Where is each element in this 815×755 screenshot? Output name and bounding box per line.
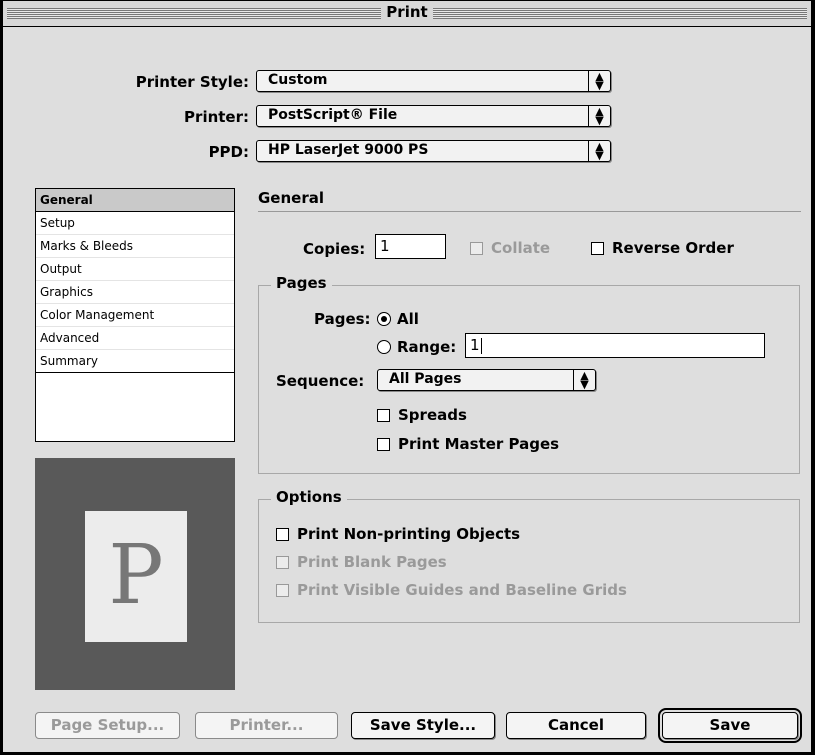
section-divider bbox=[258, 211, 801, 212]
save-button[interactable]: Save bbox=[658, 708, 802, 743]
reverse-order-checkbox[interactable] bbox=[591, 242, 604, 255]
print-guides-checkbox bbox=[276, 584, 289, 597]
page-setup-button[interactable]: Page Setup... bbox=[35, 712, 180, 739]
print-master-pages-checkbox[interactable] bbox=[377, 438, 390, 451]
ppd-popup[interactable]: HP LaserJet 9000 PS ▲ ▼ bbox=[256, 140, 611, 162]
print-non-printing-label: Print Non-printing Objects bbox=[297, 525, 521, 543]
print-non-printing-checkbox[interactable] bbox=[276, 528, 289, 541]
print-dialog: Print Printer Style: Custom ▲ ▼ Printer: … bbox=[2, 0, 812, 753]
sidebar-item-output[interactable]: Output bbox=[36, 258, 234, 281]
save-style-button[interactable]: Save Style... bbox=[351, 712, 495, 739]
category-list: General Setup Marks & Bleeds Output Grap… bbox=[35, 188, 235, 442]
pages-group-title: Pages bbox=[271, 274, 332, 292]
range-value: 1 bbox=[470, 336, 480, 354]
sidebar-item-marks-bleeds[interactable]: Marks & Bleeds bbox=[36, 235, 234, 258]
ppd-value: HP LaserJet 9000 PS bbox=[268, 142, 429, 158]
reverse-order-label: Reverse Order bbox=[612, 239, 734, 257]
ppd-label: PPD: bbox=[208, 143, 249, 161]
popup-arrows-icon: ▲ ▼ bbox=[588, 106, 610, 126]
sidebar-item-summary[interactable]: Summary bbox=[36, 350, 234, 373]
sidebar-item-general[interactable]: General bbox=[36, 189, 234, 212]
text-cursor bbox=[480, 337, 482, 354]
pages-label: Pages: bbox=[314, 310, 371, 328]
popup-arrows-icon: ▲ ▼ bbox=[588, 71, 610, 91]
spreads-checkbox[interactable] bbox=[377, 409, 390, 422]
range-radio[interactable] bbox=[377, 340, 391, 354]
printer-label: Printer: bbox=[184, 108, 249, 126]
printer-value: PostScript® File bbox=[268, 107, 398, 123]
print-blank-pages-label: Print Blank Pages bbox=[297, 553, 447, 571]
sequence-value: All Pages bbox=[389, 371, 462, 387]
printer-style-value: Custom bbox=[268, 72, 328, 88]
printer-popup[interactable]: PostScript® File ▲ ▼ bbox=[256, 105, 611, 127]
popup-arrows-icon: ▲ ▼ bbox=[573, 370, 595, 390]
sidebar-item-advanced[interactable]: Advanced bbox=[36, 327, 234, 350]
print-blank-pages-checkbox bbox=[276, 556, 289, 569]
all-pages-label: All bbox=[397, 310, 419, 328]
sidebar-item-setup[interactable]: Setup bbox=[36, 212, 234, 235]
printer-button[interactable]: Printer... bbox=[195, 712, 338, 739]
sidebar-item-color-management[interactable]: Color Management bbox=[36, 304, 234, 327]
print-master-pages-label: Print Master Pages bbox=[398, 435, 560, 453]
range-label: Range: bbox=[397, 338, 457, 356]
sidebar-item-graphics[interactable]: Graphics bbox=[36, 281, 234, 304]
copies-field[interactable]: 1 bbox=[375, 234, 446, 259]
popup-arrows-icon: ▲ ▼ bbox=[588, 141, 610, 161]
all-pages-radio[interactable] bbox=[377, 312, 391, 326]
cancel-button[interactable]: Cancel bbox=[506, 712, 646, 739]
section-title: General bbox=[258, 189, 324, 207]
printer-style-label: Printer Style: bbox=[135, 73, 249, 91]
print-guides-label: Print Visible Guides and Baseline Grids bbox=[297, 581, 627, 599]
preview-letter: P bbox=[108, 528, 164, 623]
preview-page: P bbox=[85, 511, 187, 642]
copies-label: Copies: bbox=[303, 240, 366, 258]
printer-style-popup[interactable]: Custom ▲ ▼ bbox=[256, 70, 611, 92]
collate-checkbox bbox=[470, 242, 483, 255]
collate-label: Collate bbox=[491, 239, 551, 257]
spreads-label: Spreads bbox=[398, 406, 467, 424]
options-group-title: Options bbox=[271, 488, 347, 506]
range-field[interactable]: 1 bbox=[465, 333, 765, 358]
page-preview: P bbox=[35, 458, 235, 690]
window-title: Print bbox=[381, 3, 433, 21]
sequence-popup[interactable]: All Pages ▲ ▼ bbox=[377, 369, 596, 391]
title-bar[interactable]: Print bbox=[3, 1, 811, 27]
sequence-label: Sequence: bbox=[276, 372, 365, 390]
